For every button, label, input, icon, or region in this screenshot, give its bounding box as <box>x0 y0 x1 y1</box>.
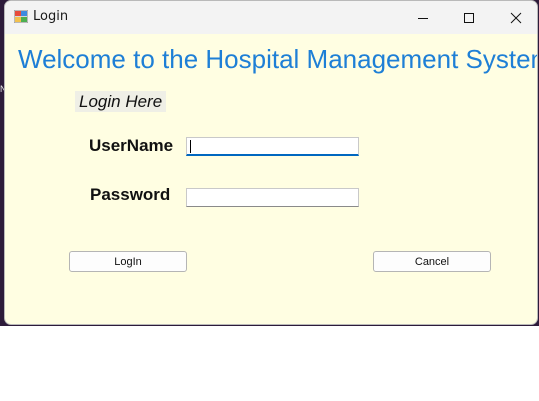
password-label: Password <box>90 185 171 204</box>
maximize-button[interactable] <box>446 1 492 34</box>
cancel-button[interactable]: Cancel <box>373 251 491 272</box>
minimize-icon <box>418 17 428 19</box>
close-button[interactable] <box>493 1 537 34</box>
minimize-button[interactable] <box>400 1 446 34</box>
window-title: Login <box>33 9 69 24</box>
maximize-icon <box>464 12 474 23</box>
close-icon <box>510 12 522 23</box>
title-bar[interactable]: Login <box>5 1 537 34</box>
password-input[interactable] <box>186 188 359 207</box>
username-label: UserName <box>89 136 174 155</box>
welcome-heading: Welcome to the Hospital Management Syste… <box>18 44 538 74</box>
login-button[interactable]: LogIn <box>69 251 187 272</box>
login-here-label: Login Here <box>75 91 167 112</box>
text-cursor <box>190 140 191 153</box>
username-input[interactable] <box>186 137 359 156</box>
login-window: Login Welcome to the Hospital Management… <box>4 0 538 325</box>
windows-forms-app-icon <box>14 10 28 23</box>
